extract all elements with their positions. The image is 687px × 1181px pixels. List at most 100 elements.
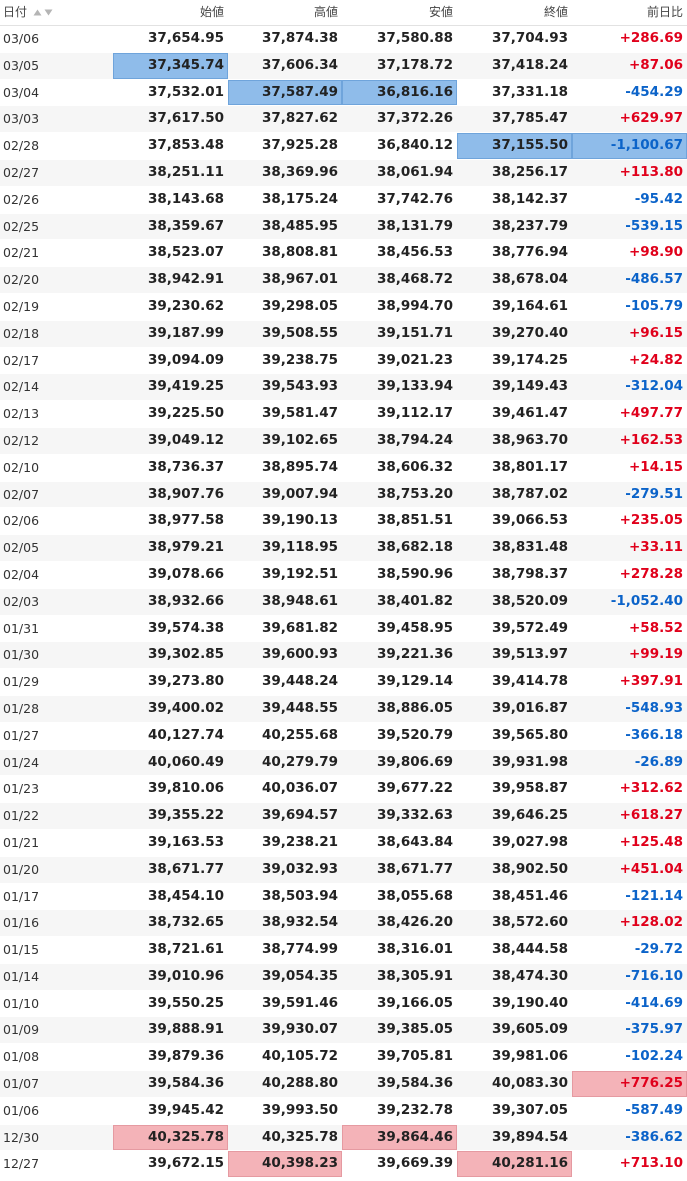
table-row[interactable]: 02/14 39,419.25 39,543.93 39,133.94 39,149.4… [0, 374, 687, 402]
table-row[interactable]: 02/19 39,230.62 39,298.05 38,994.70 39,164.6… [0, 293, 687, 321]
table-row[interactable]: 01/06 39,945.42 39,993.50 39,232.78 39,307.0… [0, 1097, 687, 1125]
cell-open: 37,532.01 [147, 83, 224, 100]
cell-close: 39,174.25 [491, 351, 568, 368]
cell-open: 38,721.61 [147, 941, 224, 958]
table-row[interactable]: 02/20 38,942.91 38,967.01 38,468.72 38,678.0… [0, 267, 687, 294]
cell-low: 38,753.20 [376, 485, 453, 502]
cell-open: 39,400.02 [147, 699, 224, 716]
table-row[interactable]: 02/28 37,853.48 37,925.28 36,840.12 37,155.5… [0, 133, 687, 160]
cell-change: +125.48 [619, 833, 683, 850]
table-row[interactable]: 01/16 38,732.65 38,932.54 38,426.20 38,572.6… [0, 910, 687, 938]
table-row[interactable]: 01/31 39,574.38 39,681.82 39,458.95 39,572.4… [0, 615, 687, 643]
cell-low: 37,372.26 [376, 110, 453, 127]
cell-high: 39,600.93 [261, 646, 338, 663]
table-row[interactable]: 12/30 40,325.78 40,325.78 39,864.46 39,894.5… [0, 1124, 687, 1152]
cell-close: 38,776.94 [491, 244, 568, 261]
cell-open: 39,550.25 [147, 994, 224, 1011]
cell-close: 38,444.58 [491, 941, 568, 958]
table-row[interactable]: 01/09 39,888.91 39,930.07 39,385.05 39,605.0… [0, 1017, 687, 1045]
cell-date: 03/03 [3, 111, 40, 127]
sort-toggle[interactable] [33, 9, 53, 16]
column-header-low[interactable]: 安値 [342, 0, 457, 25]
sort-ascending-icon[interactable] [33, 9, 42, 16]
cell-open: 37,853.48 [147, 137, 224, 154]
cell-low: 36,840.12 [376, 137, 453, 154]
cell-high: 38,932.54 [261, 914, 338, 931]
cell-date: 02/18 [3, 325, 40, 341]
table-row[interactable]: 03/06 37,654.95 37,874.38 37,580.88 37,704.9… [0, 26, 687, 53]
cell-date: 02/12 [3, 432, 40, 448]
cell-date: 02/21 [3, 245, 40, 261]
table-row[interactable]: 02/06 38,977.58 39,190.13 38,851.51 39,066.5… [0, 508, 687, 536]
table-row[interactable]: 02/07 38,907.76 39,007.94 38,753.20 38,787.0… [0, 481, 687, 509]
table-header: 日付 始値 高値 安値 終値 前日比 [0, 0, 687, 26]
table-row[interactable]: 02/10 38,736.37 38,895.74 38,606.32 38,801.1… [0, 454, 687, 482]
table-row[interactable]: 01/10 39,550.25 39,591.46 39,166.05 39,190.4… [0, 990, 687, 1018]
cell-close: 38,787.02 [491, 485, 568, 502]
table-row[interactable]: 01/15 38,721.61 38,774.99 38,316.01 38,444.5… [0, 937, 687, 964]
cell-close: 38,237.79 [491, 217, 568, 234]
cell-high: 39,448.55 [261, 699, 338, 716]
table-row[interactable]: 02/05 38,979.21 39,118.95 38,682.18 38,831.4… [0, 535, 687, 562]
cell-low: 39,677.22 [376, 780, 453, 797]
table-row[interactable]: 02/18 39,187.99 39,508.55 39,151.71 39,270.4… [0, 320, 687, 348]
cell-close: 38,572.60 [491, 914, 568, 931]
cell-date: 02/07 [3, 486, 40, 502]
table-row[interactable]: 02/04 39,078.66 39,192.51 38,590.96 38,798.3… [0, 561, 687, 589]
cell-high: 38,948.61 [261, 592, 338, 609]
table-row[interactable]: 01/08 39,879.36 40,105.72 39,705.81 39,981.0… [0, 1044, 687, 1072]
table-row[interactable]: 03/05 37,345.74 37,606.34 37,178.72 37,418.2… [0, 52, 687, 80]
cell-high: 40,279.79 [261, 753, 338, 770]
cell-date: 01/20 [3, 861, 40, 877]
cell-low: 38,794.24 [376, 431, 453, 448]
column-header-open[interactable]: 始値 [113, 0, 228, 25]
table-row[interactable]: 01/22 39,355.22 39,694.57 39,332.63 39,646.2… [0, 803, 687, 830]
table-row[interactable]: 02/17 39,094.09 39,238.75 39,021.23 39,174.2… [0, 347, 687, 375]
cell-close: 38,520.09 [491, 592, 568, 609]
table-row[interactable]: 02/25 38,359.67 38,485.95 38,131.79 38,237.7… [0, 213, 687, 241]
cell-close: 37,155.50 [457, 133, 572, 159]
table-row[interactable]: 02/26 38,143.68 38,175.24 37,742.76 38,142.3… [0, 186, 687, 214]
table-row[interactable]: 03/03 37,617.50 37,827.62 37,372.26 37,785.4… [0, 106, 687, 134]
table-row[interactable]: 01/27 40,127.74 40,255.68 39,520.79 39,565.8… [0, 722, 687, 750]
column-header-date[interactable]: 日付 [0, 0, 113, 25]
cell-close: 38,256.17 [491, 163, 568, 180]
cell-open: 39,672.15 [147, 1155, 224, 1172]
table-row[interactable]: 03/04 37,532.01 37,587.49 36,816.16 37,331.1… [0, 79, 687, 107]
cell-close: 39,931.98 [491, 753, 568, 770]
table-row[interactable]: 01/14 39,010.96 39,054.35 38,305.91 38,474.3… [0, 963, 687, 991]
table-row[interactable]: 02/12 39,049.12 39,102.65 38,794.24 38,963.7… [0, 427, 687, 455]
table-row[interactable]: 12/27 39,672.15 40,398.23 39,669.39 40,281.1… [0, 1151, 687, 1179]
cell-low: 39,385.05 [376, 1021, 453, 1038]
sort-descending-icon[interactable] [44, 9, 53, 16]
table-row[interactable]: 01/07 39,584.36 40,288.80 39,584.36 40,083.3… [0, 1071, 687, 1098]
table-row[interactable]: 01/23 39,810.06 40,036.07 39,677.22 39,958.8… [0, 776, 687, 804]
table-row[interactable]: 02/13 39,225.50 39,581.47 39,112.17 39,461.4… [0, 401, 687, 428]
cell-date: 01/27 [3, 727, 40, 743]
table-row[interactable]: 02/21 38,523.07 38,808.81 38,456.53 38,776.9… [0, 240, 687, 268]
cell-change: +33.11 [628, 539, 683, 556]
table-row[interactable]: 02/27 38,251.11 38,369.96 38,061.94 38,256.1… [0, 159, 687, 187]
cell-high: 40,325.78 [261, 1128, 338, 1145]
table-row[interactable]: 01/30 39,302.85 39,600.93 39,221.36 39,513.9… [0, 642, 687, 670]
table-row[interactable]: 01/29 39,273.80 39,448.24 39,129.14 39,414.7… [0, 669, 687, 696]
column-header-high[interactable]: 高値 [228, 0, 342, 25]
cell-low: 39,584.36 [376, 1075, 453, 1092]
table-row[interactable]: 02/03 38,932.66 38,948.61 38,401.82 38,520.0… [0, 588, 687, 616]
cell-high: 37,925.28 [261, 137, 338, 154]
cell-date: 02/10 [3, 459, 40, 475]
cell-date: 02/25 [3, 218, 40, 234]
table-row[interactable]: 01/28 39,400.02 39,448.55 38,886.05 39,016.8… [0, 695, 687, 723]
column-header-change[interactable]: 前日比 [572, 0, 687, 25]
cell-change: -29.72 [634, 941, 683, 958]
cell-date: 02/06 [3, 513, 40, 529]
column-header-close[interactable]: 終値 [457, 0, 572, 25]
cell-close: 38,142.37 [491, 190, 568, 207]
cell-date: 12/27 [3, 1156, 40, 1172]
table-row[interactable]: 01/21 39,163.53 39,238.21 38,643.84 39,027.9… [0, 829, 687, 857]
table-row[interactable]: 01/17 38,454.10 38,503.94 38,055.68 38,451.4… [0, 883, 687, 911]
table-row[interactable]: 01/20 38,671.77 39,032.93 38,671.77 38,902.5… [0, 856, 687, 884]
cell-close: 38,902.50 [491, 860, 568, 877]
table-row[interactable]: 01/24 40,060.49 40,279.79 39,806.69 39,931.9… [0, 749, 687, 777]
cell-open: 39,010.96 [147, 967, 224, 984]
